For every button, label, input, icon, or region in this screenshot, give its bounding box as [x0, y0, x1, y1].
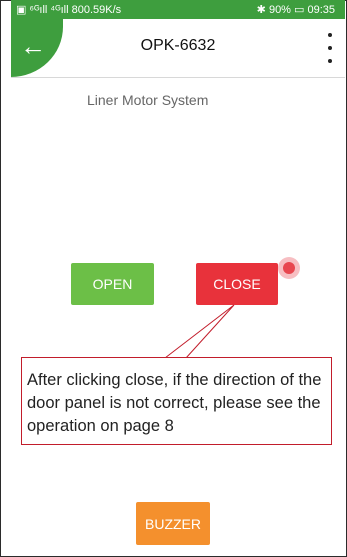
buzzer-button[interactable]: BUZZER: [136, 502, 210, 545]
annotation-text: After clicking close, if the direction o…: [27, 371, 322, 435]
annotation-callout: After clicking close, if the direction o…: [21, 357, 332, 445]
callout-pointer: [164, 304, 235, 359]
